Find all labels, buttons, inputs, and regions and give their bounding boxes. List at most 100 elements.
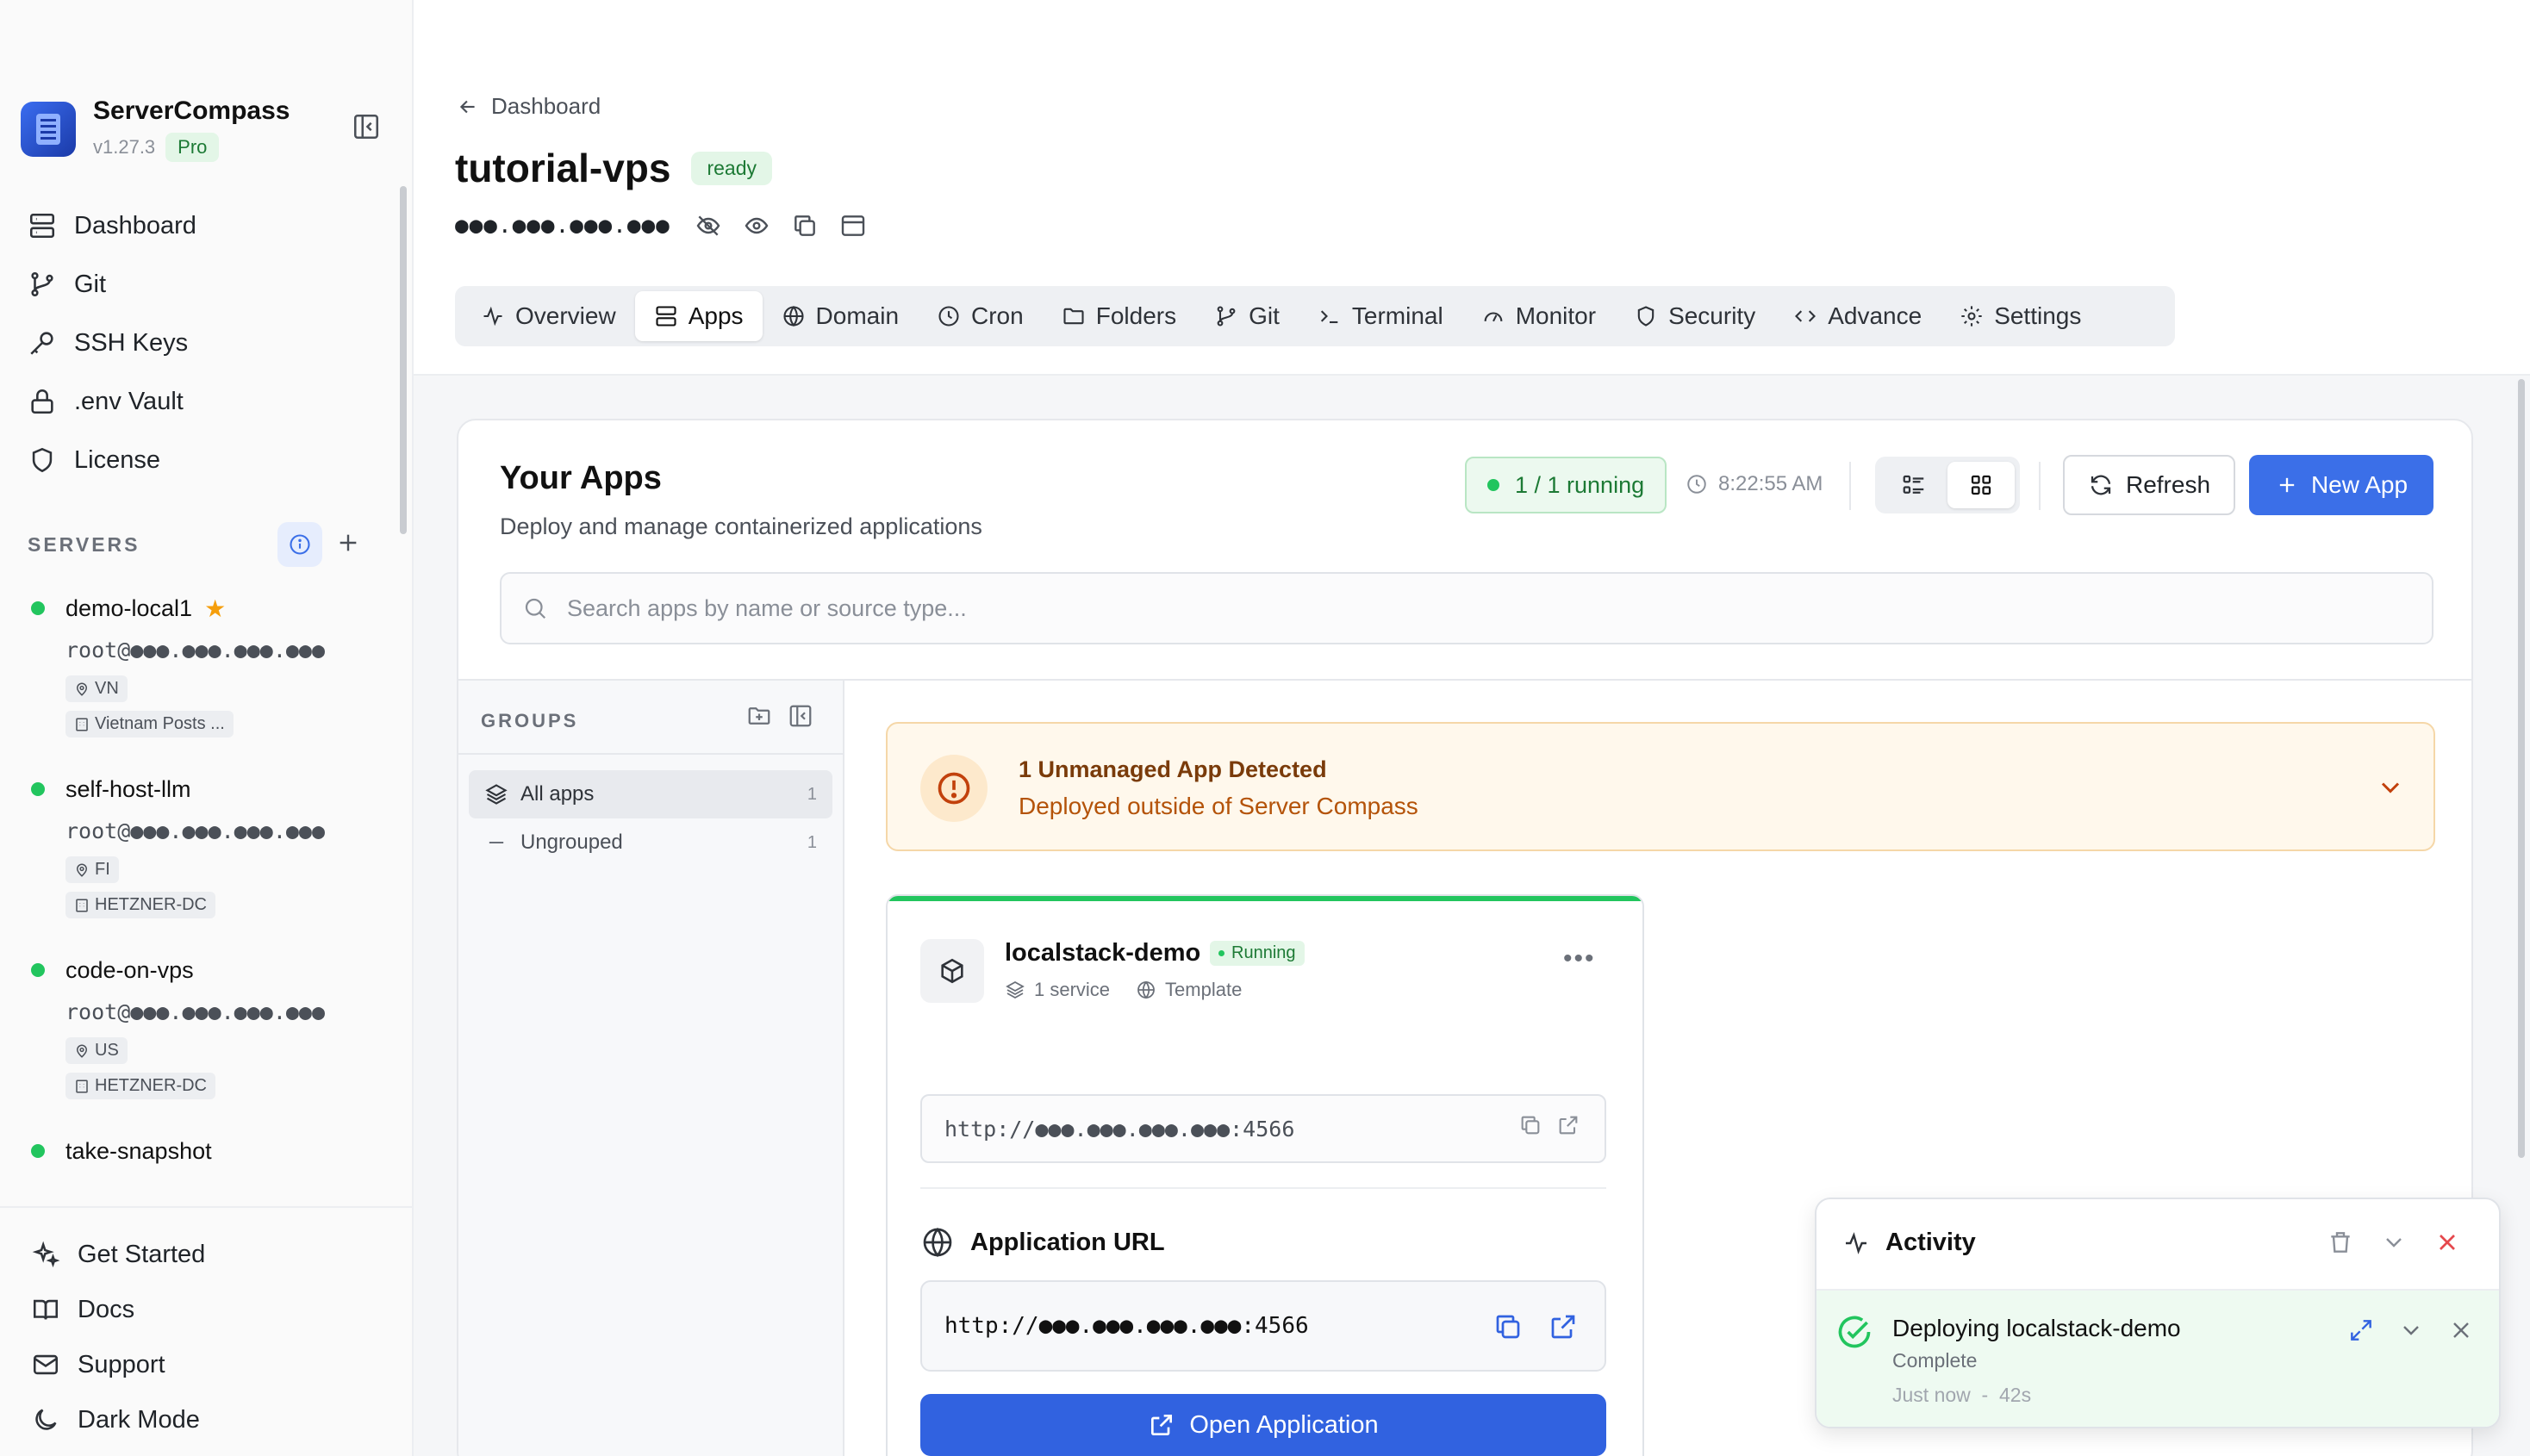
group-all-apps[interactable]: All apps 1 (469, 770, 832, 818)
unmanaged-subtitle: Deployed outside of Server Compass (1019, 793, 1418, 819)
tab-label: Folders (1095, 302, 1177, 329)
tab-git[interactable]: Git (1195, 291, 1299, 341)
nav-get-started[interactable]: Get Started (0, 1227, 412, 1282)
nav-label: Dark Mode (78, 1405, 200, 1434)
tab-label: Settings (1994, 302, 2082, 329)
nav-dashboard[interactable]: Dashboard (28, 196, 196, 255)
search-box (500, 572, 2433, 644)
tab-monitor[interactable]: Monitor (1462, 291, 1615, 341)
app-status-label: Running (1231, 943, 1296, 962)
arrow-left-icon (459, 100, 475, 113)
provider-name: HETZNER-DC (95, 895, 207, 914)
nav-label: Dashboard (74, 211, 196, 240)
plan-badge: Pro (165, 133, 220, 162)
chevron-down-icon[interactable] (2375, 772, 2406, 803)
main-scrollbar[interactable] (2518, 379, 2525, 1158)
building-icon (76, 1080, 88, 1092)
chevron-down-icon[interactable] (2397, 1316, 2425, 1344)
external-link-icon[interactable] (1556, 1113, 1580, 1137)
favorite-star-icon[interactable]: ★ (204, 594, 226, 623)
page-title: tutorial-vps (455, 146, 671, 190)
status-dot (1487, 479, 1499, 491)
git-branch-icon (31, 271, 53, 297)
minus-icon (489, 841, 504, 844)
group-label: All apps (520, 782, 595, 806)
tab-overview[interactable]: Overview (462, 291, 635, 341)
activity-item-title: Deploying localstack-demo (1892, 1315, 2181, 1341)
sidebar-scrollbar[interactable] (400, 186, 407, 534)
grid-view-button[interactable] (1947, 462, 2015, 508)
server-header: Dashboard tutorial-vps ready ●●●.●●●.●●●… (414, 0, 2530, 376)
server-item[interactable]: self-host-llm root@●●●.●●●.●●●.●●● FI HE… (31, 772, 393, 918)
breadcrumb[interactable]: Dashboard (457, 93, 601, 120)
tab-label: Apps (688, 302, 744, 329)
nav-git[interactable]: Git (28, 255, 196, 314)
chevron-down-icon[interactable] (2380, 1229, 2408, 1256)
git-branch-icon (1217, 306, 1236, 327)
eye-off-icon[interactable] (695, 212, 722, 240)
application-url-box: http://●●●.●●●.●●●.●●●:4566 (920, 1280, 1606, 1372)
nav-docs[interactable]: Docs (0, 1282, 412, 1337)
server-name: demo-local1 (65, 594, 193, 621)
server-tabs: Overview Apps Domain Cron Folders Git Te… (455, 286, 2175, 346)
unmanaged-apps-banner[interactable]: 1 Unmanaged App Detected Deployed outsid… (886, 722, 2435, 851)
server-icon (29, 213, 55, 239)
tab-security[interactable]: Security (1615, 291, 1774, 341)
group-ungrouped[interactable]: Ungrouped 1 (469, 818, 832, 867)
app-meta: 1 service Template (1005, 979, 1242, 1001)
app-version: v1.27.3 (93, 136, 156, 158)
list-view-button[interactable] (1880, 462, 1947, 508)
collapse-panel-icon[interactable] (788, 703, 813, 729)
last-updated: 8:22:55 AM (1686, 472, 1823, 496)
search-input[interactable] (567, 594, 2377, 622)
nav-label: Get Started (78, 1240, 206, 1268)
refresh-icon (2091, 475, 2111, 495)
new-app-button[interactable]: New App (2249, 455, 2433, 515)
nav-dark-mode[interactable]: Dark Mode (0, 1392, 412, 1447)
ip-row: ●●●.●●●.●●●.●●● (455, 212, 888, 240)
activity-item[interactable]: Deploying localstack-demo Complete Just … (1816, 1291, 2499, 1427)
eye-icon[interactable] (743, 212, 770, 240)
divider (458, 753, 843, 755)
tab-terminal[interactable]: Terminal (1299, 291, 1462, 341)
trash-icon[interactable] (2327, 1229, 2354, 1256)
globe-icon (1137, 980, 1155, 999)
tab-domain[interactable]: Domain (763, 291, 918, 341)
server-item[interactable]: take-snapshot (31, 1134, 393, 1168)
server-host: root@●●●.●●●.●●●.●●● (65, 638, 326, 663)
tab-folders[interactable]: Folders (1043, 291, 1195, 341)
tab-apps[interactable]: Apps (634, 291, 763, 341)
refresh-button[interactable]: Refresh (2063, 455, 2235, 515)
expand-icon[interactable] (2347, 1316, 2375, 1344)
nav-license[interactable]: License (28, 431, 196, 489)
close-icon[interactable] (2447, 1316, 2475, 1344)
close-icon[interactable] (2433, 1229, 2461, 1256)
more-options-icon[interactable]: ••• (1563, 944, 1596, 974)
copy-icon[interactable] (1518, 1113, 1542, 1137)
apps-title: Your Apps (500, 460, 662, 496)
folder-plus-icon[interactable] (746, 703, 772, 729)
nav-env-vault[interactable]: .env Vault (28, 372, 196, 431)
nav-ssh-keys[interactable]: SSH Keys (28, 314, 196, 372)
app-card[interactable]: localstack-demo Running 1 service Templa… (886, 894, 1644, 1456)
server-item[interactable]: code-on-vps root@●●●.●●●.●●●.●●● US HETZ… (31, 953, 393, 1099)
browser-window-icon[interactable] (839, 212, 867, 240)
server-item[interactable]: demo-local1 ★ root@●●●.●●●.●●●.●●● VN Vi… (31, 591, 393, 737)
server-name: self-host-llm (65, 775, 191, 802)
terminal-icon (1320, 310, 1338, 324)
activity-icon (483, 306, 502, 327)
tab-advance[interactable]: Advance (1774, 291, 1941, 341)
external-link-icon[interactable] (1548, 1311, 1579, 1342)
copy-icon[interactable] (1492, 1311, 1524, 1342)
collapse-sidebar-icon[interactable] (352, 112, 383, 143)
tab-settings[interactable]: Settings (1941, 291, 2100, 341)
app-name: ServerCompass (93, 96, 290, 125)
info-icon[interactable] (277, 522, 322, 567)
nav-label: SSH Keys (74, 328, 189, 357)
copy-icon[interactable] (791, 212, 819, 240)
open-application-button[interactable]: Open Application (920, 1394, 1606, 1456)
add-server-icon[interactable] (334, 529, 365, 560)
app-name[interactable]: localstack-demo (1005, 939, 1200, 968)
nav-support[interactable]: Support (0, 1337, 412, 1392)
tab-cron[interactable]: Cron (918, 291, 1043, 341)
